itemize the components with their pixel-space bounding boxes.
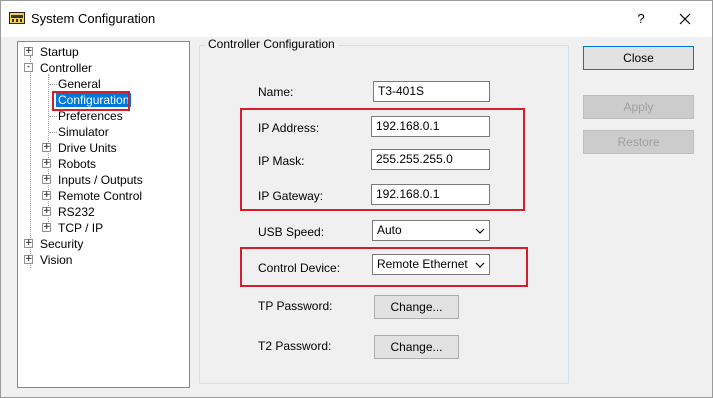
- expand-button[interactable]: +: [42, 175, 51, 184]
- window-close-button[interactable]: [667, 3, 703, 35]
- usb-speed-value: Auto: [377, 223, 402, 237]
- tree-connector: [30, 56, 31, 268]
- t2-password-label: T2 Password:: [258, 339, 332, 353]
- tree-item-label: Security: [40, 237, 84, 251]
- expand-button[interactable]: +: [42, 143, 51, 152]
- controller-icon: [9, 12, 25, 24]
- usb-speed-label: USB Speed:: [258, 225, 325, 239]
- group-title: Controller Configuration: [205, 37, 338, 51]
- expand-button[interactable]: +: [42, 207, 51, 216]
- name-field[interactable]: T3-401S: [373, 81, 490, 102]
- window-title: System Configuration: [31, 11, 156, 26]
- tree-connector: [49, 132, 57, 133]
- help-button[interactable]: ?: [623, 3, 659, 35]
- tree-item-general[interactable]: General: [58, 76, 101, 92]
- highlight-box-configuration: [52, 91, 130, 111]
- name-label: Name:: [258, 85, 294, 99]
- tree-item-label: Drive Units: [58, 141, 117, 155]
- highlight-box-network: [240, 108, 525, 211]
- tree-connector: [49, 84, 57, 85]
- expand-button[interactable]: +: [42, 223, 51, 232]
- chevron-down-icon: [475, 228, 485, 234]
- tree-item-label: Robots: [58, 157, 97, 171]
- usb-speed-select[interactable]: Auto: [372, 220, 490, 241]
- tree-item-label: Remote Control: [58, 189, 143, 203]
- collapse-button[interactable]: -: [24, 63, 33, 72]
- tree-item-label: Vision: [40, 253, 73, 267]
- tree-connector: [49, 116, 57, 117]
- tree-item-label: Simulator: [58, 125, 109, 139]
- tree-item-simulator[interactable]: Simulator: [58, 124, 109, 140]
- expand-button[interactable]: +: [24, 239, 33, 248]
- apply-button[interactable]: Apply: [583, 95, 694, 119]
- tree-item-label: General: [58, 77, 101, 91]
- title-bar[interactable]: System Configuration ?: [1, 1, 712, 37]
- tree-item-label: Inputs / Outputs: [58, 173, 143, 187]
- tree-item-label: Startup: [40, 45, 79, 59]
- expand-button[interactable]: +: [24, 255, 33, 264]
- expand-button[interactable]: +: [42, 191, 51, 200]
- expand-button[interactable]: +: [24, 47, 33, 56]
- tp-password-label: TP Password:: [258, 299, 333, 313]
- system-configuration-window: System Configuration ? + Startup - Contr…: [0, 0, 713, 398]
- tree-item-label: Controller: [40, 61, 93, 75]
- tree-item-label: RS232: [58, 205, 95, 219]
- t2-password-change-button[interactable]: Change...: [374, 335, 459, 359]
- close-icon: [679, 13, 691, 25]
- tp-password-change-button[interactable]: Change...: [374, 295, 459, 319]
- restore-button[interactable]: Restore: [583, 130, 694, 154]
- tree-item-label: Preferences: [58, 109, 123, 123]
- highlight-box-control-device: [240, 247, 528, 287]
- close-button[interactable]: Close: [583, 46, 694, 70]
- tree-item-label: TCP / IP: [58, 221, 104, 235]
- expand-button[interactable]: +: [42, 159, 51, 168]
